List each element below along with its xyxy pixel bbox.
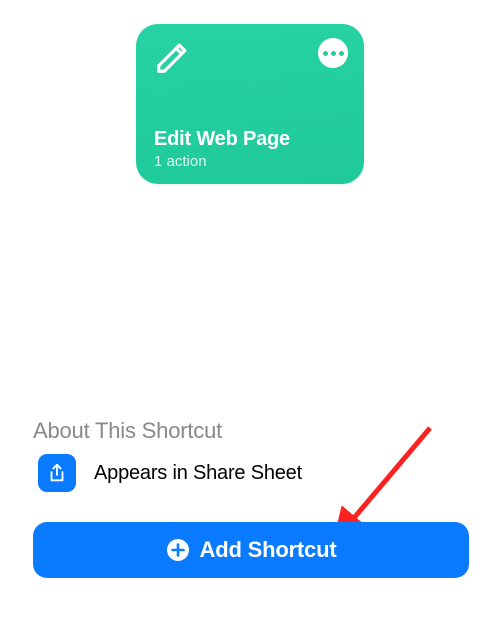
tile-text: Edit Web Page 1 action bbox=[154, 128, 348, 170]
shortcut-tile[interactable]: Edit Web Page 1 action bbox=[136, 24, 364, 184]
more-button[interactable] bbox=[318, 38, 348, 68]
pencil-icon bbox=[154, 38, 192, 76]
shortcut-subtitle: 1 action bbox=[154, 153, 348, 170]
share-sheet-label: Appears in Share Sheet bbox=[94, 462, 302, 485]
add-shortcut-button[interactable]: Add Shortcut bbox=[33, 522, 469, 578]
share-icon bbox=[38, 454, 76, 492]
ellipsis-icon bbox=[323, 51, 344, 56]
section-header: About This Shortcut bbox=[33, 418, 222, 444]
tile-top-row bbox=[154, 38, 348, 76]
shortcut-title: Edit Web Page bbox=[154, 128, 348, 151]
add-shortcut-label: Add Shortcut bbox=[200, 537, 337, 563]
plus-circle-icon bbox=[166, 538, 190, 562]
share-sheet-row[interactable]: Appears in Share Sheet bbox=[38, 454, 302, 492]
